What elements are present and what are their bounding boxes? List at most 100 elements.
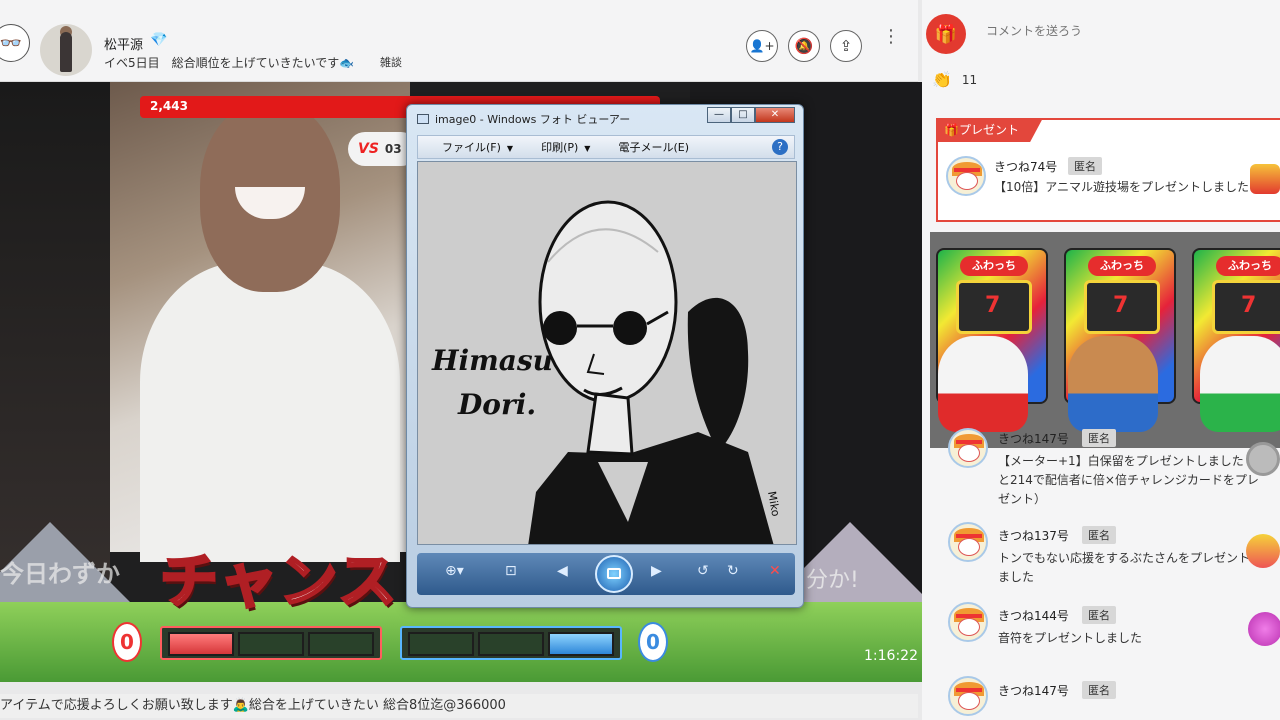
chevron-down-icon: ▼ [506,144,514,153]
delete-icon[interactable]: ✕ [769,563,781,579]
anonymous-badge: 匿名 [1082,606,1116,624]
avatar-figure [60,32,72,72]
comment-input[interactable] [986,24,1246,38]
mute-button[interactable]: 🔕 [788,30,820,62]
next-icon[interactable]: ▶ [651,563,662,579]
mute-icon: 🔕 [794,37,814,55]
red-team-gauge [160,626,382,660]
fox-avatar[interactable] [948,602,988,642]
clap-icon: 👏 [932,70,952,89]
photo-viewer-icon [417,114,429,124]
fox-avatar[interactable] [948,428,988,468]
menu-file[interactable]: ファイル(F) ▼ [430,139,515,155]
present-label: 🎁プレゼント [936,118,1043,142]
fox-avatar[interactable] [948,676,988,716]
fox-avatar[interactable] [946,156,986,196]
comment-username[interactable]: きつね147号 [998,430,1069,447]
gift-button[interactable]: 🎁 [926,14,966,54]
gift-animation: ふわっち 7 ふわっち 7 ふわっち 7 [930,232,1280,448]
close-button[interactable]: ✕ [755,107,795,123]
streamer-shirt [140,262,400,562]
gift-item-icon [1246,534,1280,568]
gauge-segment [548,632,614,656]
comment-message: トンでもない応援をするぶたさんをプレゼントしました [998,551,1263,584]
share-icon: ⇪ [839,37,853,55]
blue-team-count: 0 [638,622,668,662]
streamer-avatar[interactable] [40,24,92,76]
viewer-avatar[interactable]: 👓 [0,24,30,62]
viewer-toolbar: ⊕▾ ⊡ ◀ ▶ ↺ ↻ ✕ [417,553,795,595]
viewer-count-value: 11 [961,72,978,87]
elapsed-time: 1:16:22 [864,648,918,664]
announcement-marquee: アイテムで応援よろしくお願い致します🙇‍♂️総合を上げていきたい 総合8位迄@3… [0,694,918,718]
glasses-icon: 👓 [0,32,23,54]
more-vertical-icon[interactable]: ⋮ [882,28,900,46]
event-ticker-right: 分か! [806,568,859,593]
streamer-name[interactable]: 松平源 [104,34,143,53]
comment-message: 【メーター+1】白保留をプレゼントしました（あと214で配信者に倍×倍チャレンジ… [998,454,1268,506]
drawing-signature-line2: Dori. [457,388,536,421]
slot-screen: 7 [956,280,1032,334]
viewer-count: 👏 11 [932,70,977,89]
gauge-segment [168,632,234,656]
category-tag[interactable]: 雑談 [380,54,402,70]
help-icon[interactable]: ? [772,139,788,155]
blue-team-gauge [400,626,622,660]
stream-title: イベ5日目 総合順位を上げていきたいです🐟 [104,56,355,70]
gift-item-icon [1250,164,1280,194]
diamond-icon: 💎 [150,32,168,48]
comment-username[interactable]: きつね144号 [998,607,1069,624]
anonymous-badge: 匿名 [1082,681,1116,699]
slot-symbol: 7 [1113,293,1129,318]
drawing-artwork: Himasu Dori. Miko [418,162,796,544]
share-button[interactable]: ⇪ [830,30,862,62]
chevron-down-icon: ▼ [584,144,591,153]
bear-character [1068,336,1158,432]
chance-banner: チャンス [158,546,399,617]
image-canvas: Himasu Dori. Miko [417,161,797,545]
person-plus-icon: 👤+ [749,39,775,53]
anonymous-badge: 匿名 [1068,157,1102,175]
previous-icon[interactable]: ◀ [557,563,568,579]
comment-message: 音符をプレゼントしました [998,631,1143,645]
avatar-face [958,618,980,636]
red-team-count: 0 [112,622,142,662]
slideshow-icon [607,568,621,579]
slideshow-button[interactable] [595,555,633,593]
slot-screen: 7 [1084,280,1160,334]
drawing-signature-line1: Himasu [431,344,553,377]
comment-username[interactable]: きつね147号 [998,682,1069,699]
fox-avatar[interactable] [948,522,988,562]
slot-screen: 7 [1212,280,1280,334]
battle-score: 2,443 [150,99,188,113]
comment-username[interactable]: きつね137号 [998,527,1069,544]
maximize-button[interactable]: □ [731,107,755,123]
pig-character [938,336,1028,432]
menu-print[interactable]: 印刷(P) ▼ [529,139,592,155]
gauge-segment [408,632,474,656]
rotate-left-icon[interactable]: ↺ [697,563,709,579]
slot-symbol: 7 [1241,293,1257,318]
comment-panel: 🎁 👏 11 🎁プレゼント きつね74号 匿名 【10倍】アニマル遊技場をプレゼ… [922,0,1280,720]
slot-symbol: 7 [985,293,1001,318]
gauge-segment [308,632,374,656]
present-notification: 🎁プレゼント きつね74号 匿名 【10倍】アニマル遊技場をプレゼントしました [936,118,1280,222]
photo-viewer-window[interactable]: image0 - Windows フォト ビューアー — □ ✕ ファイル(F)… [406,104,804,608]
comment-username[interactable]: きつね74号 [994,158,1057,175]
avatar-face [958,444,980,462]
gauge-segment [238,632,304,656]
fit-window-icon[interactable]: ⊡ [505,563,517,579]
avatar-face [958,692,980,710]
window-title: image0 - Windows フォト ビューアー [435,113,631,126]
music-note-icon [1248,612,1280,646]
anonymous-badge: 匿名 [1082,526,1116,544]
menu-email[interactable]: 電子メール(E) [606,139,691,155]
minimize-button[interactable]: — [707,107,731,123]
slot-sign: ふわっち [1088,256,1156,276]
zoom-icon[interactable]: ⊕▾ [445,563,464,579]
gauge-segment [478,632,544,656]
rotate-right-icon[interactable]: ↻ [727,563,739,579]
follow-button[interactable]: 👤+ [746,30,778,62]
comment-message: 【10倍】アニマル遊技場をプレゼントしました [994,180,1250,194]
avatar-face [958,538,980,556]
